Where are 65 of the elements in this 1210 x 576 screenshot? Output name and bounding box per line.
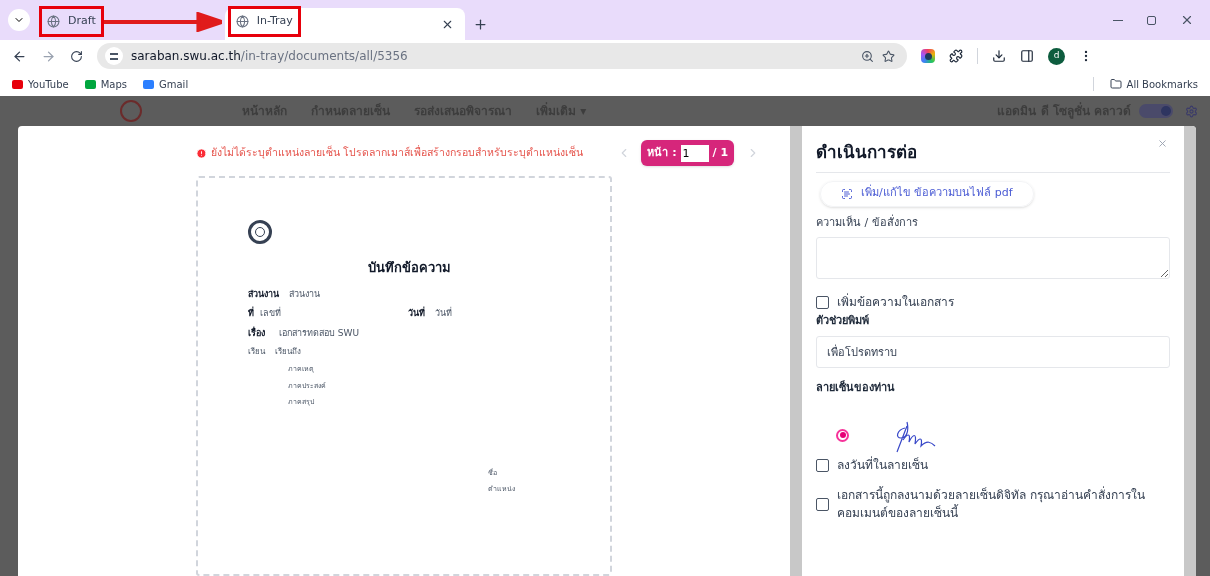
- field-label: ที่: [248, 307, 254, 320]
- folder-icon: [1109, 78, 1122, 90]
- field-value: เอกสารทดสอบ SWU: [279, 326, 360, 340]
- page-total: / 1: [712, 144, 729, 161]
- signature-label: ลายเซ็นของท่าน: [816, 379, 896, 396]
- url-text: saraban.swu.ac.th/in-tray/documents/all/5356: [131, 48, 408, 65]
- field-label: เรื่อง: [248, 326, 265, 340]
- tab-title: In-Tray: [256, 13, 293, 30]
- page-input[interactable]: 1: [680, 144, 709, 162]
- tab-search-button[interactable]: [8, 9, 30, 31]
- page-label: หน้า :: [647, 144, 677, 161]
- comment-label: ความเห็น / ข้อสั่งการ: [816, 214, 919, 231]
- helper-field[interactable]: เพื่อโปรดทราบ: [816, 335, 1170, 368]
- minimize-icon[interactable]: [1113, 19, 1123, 21]
- warning-icon: [196, 147, 207, 159]
- checkbox-label: เพิ่มข้อความในเอกสาร: [837, 293, 954, 311]
- field-label: เรียน: [248, 346, 265, 358]
- warning-message: ยังไม่ได้ระบุตำแหน่งลายเซ็น โปรดลากเมาส์เพื่อสร้างกรอบสำหรับระบุตำแหน่งเซ็น: [211, 145, 584, 161]
- download-icon[interactable]: [992, 49, 1006, 63]
- bookmark-favicon-icon: [12, 79, 23, 89]
- checkbox[interactable]: [816, 497, 829, 511]
- bookmark-favicon-icon: [84, 79, 96, 89]
- panel-title: ดำเนินการต่อ: [816, 141, 917, 164]
- bookmark-link[interactable]: YouTube: [12, 76, 69, 92]
- field-value: เรียนถึง: [275, 346, 301, 358]
- helper-label: ตัวช่วยพิมพ์: [816, 313, 870, 329]
- tab-title: Draft: [68, 13, 96, 30]
- text-scan-icon: [841, 187, 853, 200]
- back-icon[interactable]: [12, 48, 27, 64]
- globe-icon: [47, 15, 60, 28]
- globe-icon: [235, 15, 249, 28]
- all-bookmarks-link[interactable]: All Bookmarks: [1109, 76, 1198, 92]
- profile-avatar[interactable]: d: [1048, 47, 1065, 65]
- forward-icon[interactable]: [41, 48, 56, 64]
- bookmark-link[interactable]: Gmail: [143, 76, 189, 92]
- logo-icon: [120, 100, 142, 122]
- field-value: วันที่: [435, 307, 452, 320]
- emblem-icon: [248, 220, 272, 244]
- comment-field[interactable]: [816, 237, 1170, 279]
- bookmark-star-icon[interactable]: [882, 49, 895, 63]
- puzzle-icon[interactable]: [949, 49, 963, 63]
- browser-tab[interactable]: Draft: [36, 8, 107, 40]
- checkbox[interactable]: [816, 458, 829, 472]
- field-label: ส่วนงาน: [248, 287, 279, 301]
- new-tab-icon[interactable]: [472, 16, 488, 32]
- address-bar[interactable]: saraban.swu.ac.th/in-tray/documents/all/5356: [97, 43, 907, 69]
- field-value: เลขที่: [260, 307, 281, 320]
- field-label: วันที่: [408, 307, 425, 320]
- zoom-icon[interactable]: [861, 49, 874, 63]
- extension-icon[interactable]: [921, 49, 935, 63]
- bookmark-favicon-icon: [143, 79, 154, 89]
- close-icon[interactable]: [1180, 13, 1194, 27]
- document-title: บันทึกข้อความ: [368, 259, 452, 277]
- browser-tab[interactable]: In-Tray: [224, 8, 465, 40]
- site-info-icon[interactable]: [105, 47, 123, 65]
- reload-icon[interactable]: [70, 49, 83, 63]
- checkbox[interactable]: [816, 295, 829, 309]
- signature-radio[interactable]: [836, 428, 849, 442]
- bookmark-link[interactable]: Maps: [84, 76, 127, 92]
- checkbox-label: ลงวันที่ในลายเซ็น: [837, 456, 928, 474]
- role-toggle[interactable]: [1139, 104, 1173, 118]
- field-value: ส่วนงาน: [289, 287, 320, 301]
- side-panel-icon[interactable]: [1020, 49, 1034, 63]
- checkbox-label: เอกสารนี้ถูกลงนามด้วยลายเซ็นดิจิทัล กรุณาอ่านคำสั่งการในคอมเมนต์ของลายเซ็นนี้: [837, 486, 1146, 522]
- restore-icon[interactable]: [1147, 15, 1156, 25]
